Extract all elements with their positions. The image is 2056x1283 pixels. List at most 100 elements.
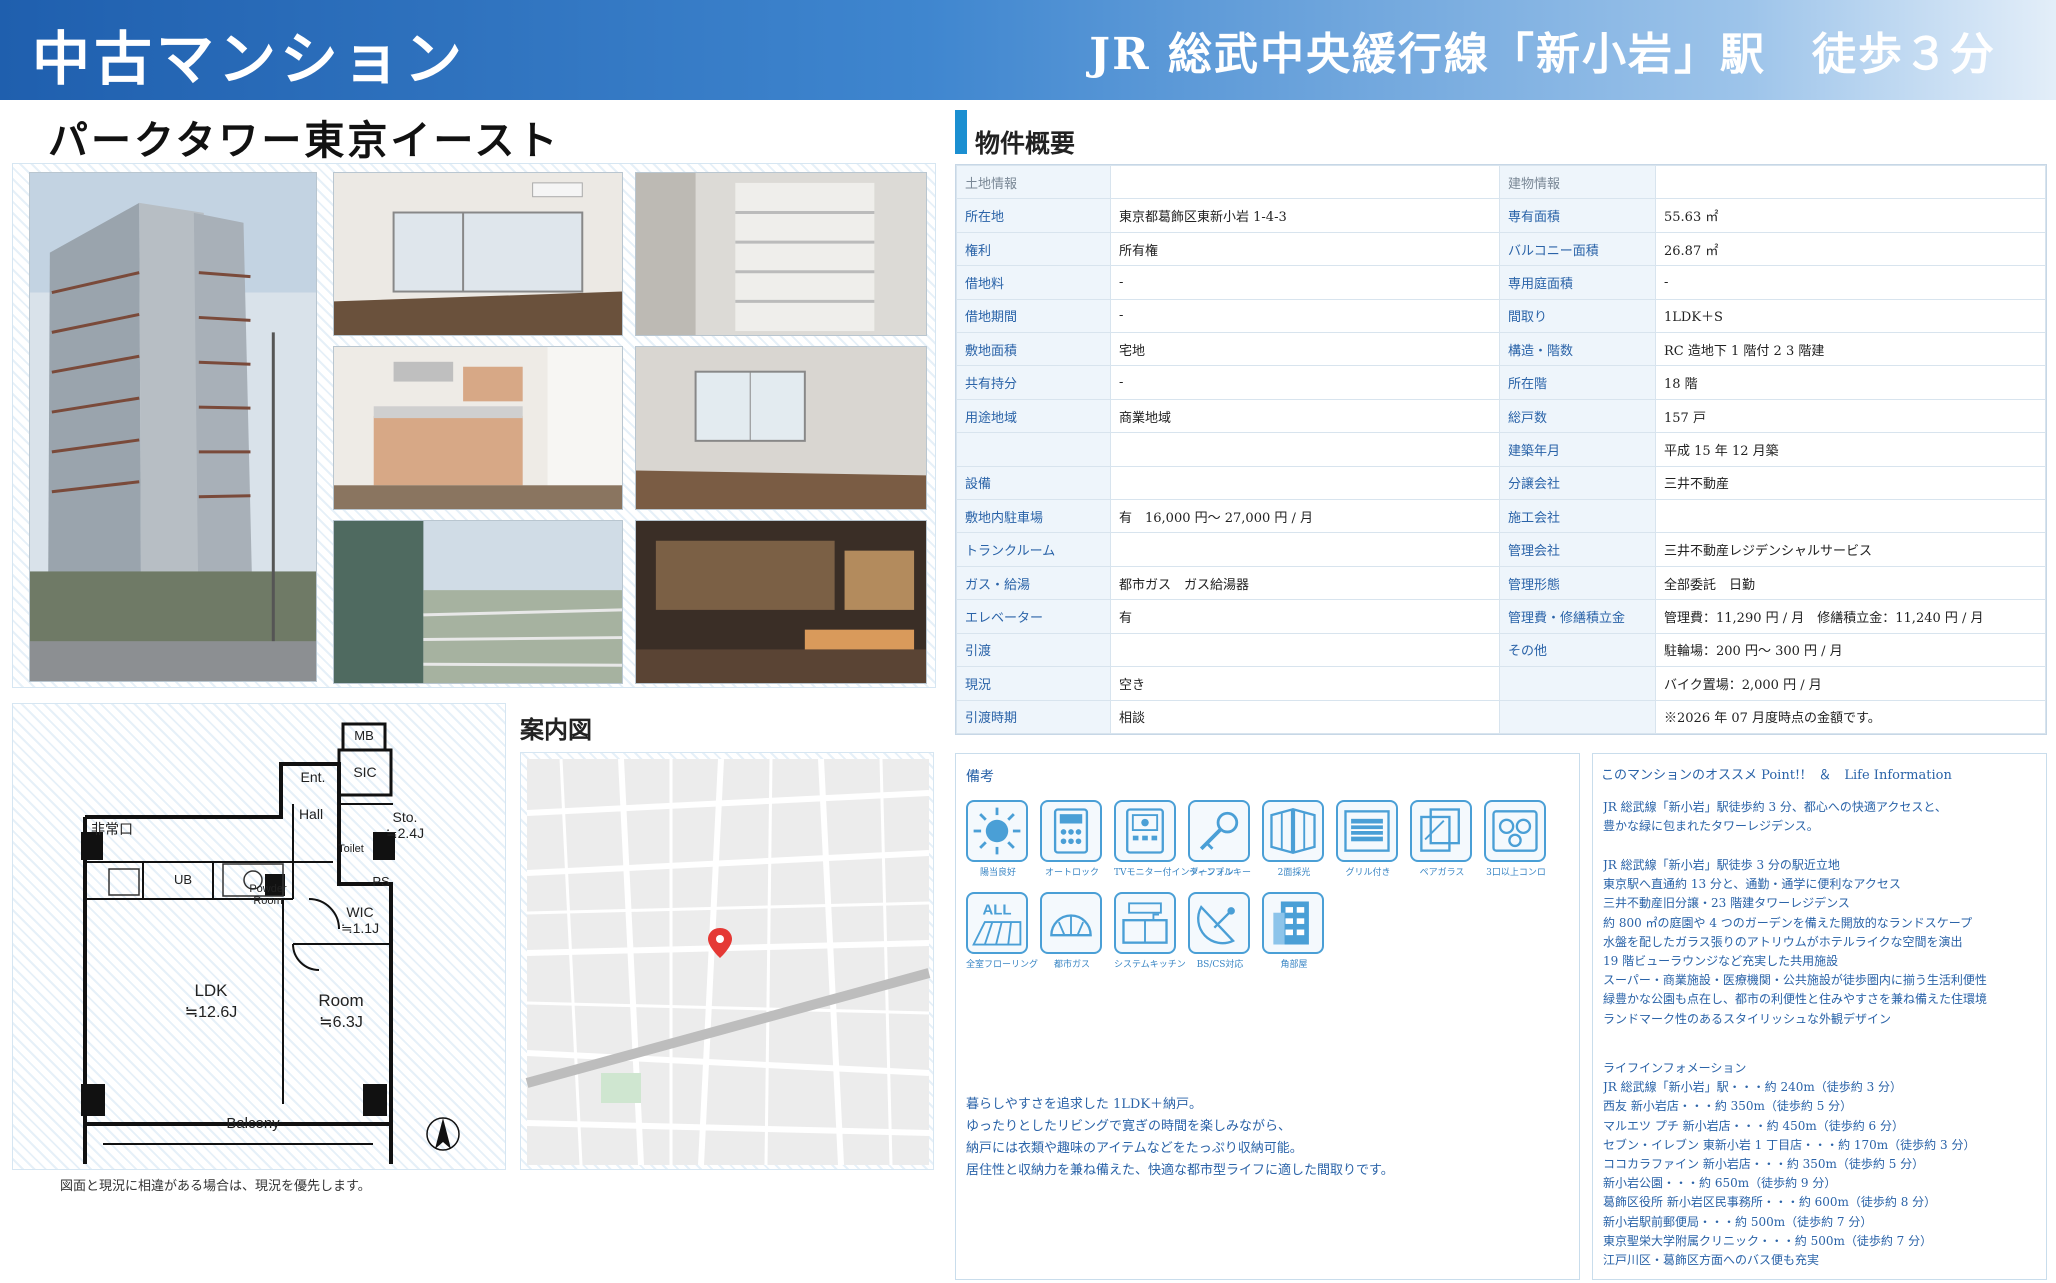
overview-value: - <box>1110 298 1500 334</box>
overview-label <box>1499 666 1656 701</box>
overview-value: 都市ガス ガス給湯器 <box>1110 565 1500 601</box>
building-exterior-photo[interactable] <box>29 172 317 682</box>
gas-icon <box>1040 892 1102 954</box>
overview-value: - <box>1110 265 1500 300</box>
ps-label: PS <box>372 874 390 889</box>
overview-label: 現況 <box>956 666 1111 701</box>
kitchen-icon <box>1114 892 1176 954</box>
stove-icon <box>1484 800 1546 862</box>
overview-row: 設備 分譲会社 三井不動産 <box>956 465 2046 501</box>
recommend-point: ランドマーク性のあるスタイリッシュな外観デザイン <box>1603 1011 1892 1026</box>
area-map[interactable] <box>520 752 934 1170</box>
overview-label: 管理形態 <box>1499 565 1656 601</box>
powder-room-label-2: Room <box>253 895 282 907</box>
grill-icon <box>1336 800 1398 862</box>
overview-label: 引渡 <box>956 632 1111 668</box>
property-overview-table: 土地情報 建物情報 所在地 東京都葛飾区東新小岩 1-4-3 専有面積 55.63 ㎡権利… <box>955 164 2047 735</box>
storage-room-photo[interactable] <box>635 172 927 336</box>
overview-row: 所在地 東京都葛飾区東新小岩 1-4-3 専有面積 55.63 ㎡ <box>956 198 2046 233</box>
overview-value: バイク置場：2,000 円 / 月 <box>1655 666 2046 701</box>
overview-row: 土地情報 建物情報 <box>956 164 2046 200</box>
overview-value: 26.87 ㎡ <box>1655 231 2046 267</box>
overview-value: RC 造地下 1 階付 2 3 階建 <box>1655 332 2046 367</box>
satellite-icon <box>1188 892 1250 954</box>
overview-label <box>956 432 1111 467</box>
remarks-title: 備考 <box>966 769 994 785</box>
feature-corner-room: 角部屋 <box>1262 892 1326 970</box>
overview-value: - <box>1110 365 1500 400</box>
feature-grill: グリル付き <box>1336 800 1400 878</box>
overview-row: ガス・給湯 都市ガス ガス給湯器 管理形態 全部委託 日勤 <box>956 565 2046 601</box>
overview-row: 敷地面積 宅地 構造・階数 RC 造地下 1 階付 2 3 階建 <box>956 332 2046 367</box>
storage-size: ≒2.4J <box>386 825 424 841</box>
overview-value: 相談 <box>1110 699 1500 734</box>
overview-value: 55.63 ㎡ <box>1655 198 2046 233</box>
kitchen-photo[interactable] <box>333 346 623 510</box>
life-info-item: 葛飾区役所 新小岩区民事務所・・・約 600m（徒歩約 8 分） <box>1603 1195 1937 1210</box>
overview-label: 間取り <box>1499 298 1656 334</box>
room-label: Room <box>318 991 363 1010</box>
overview-label: 管理会社 <box>1499 532 1656 567</box>
overview-label: 構造・階数 <box>1499 332 1656 367</box>
overview-label: 用途地域 <box>956 398 1111 434</box>
overview-value <box>1110 432 1500 467</box>
feature-system-kitchen: システムキッチン <box>1114 892 1186 970</box>
life-info-item: 新小岩駅前郵便局・・・約 500m（徒歩約 7 分） <box>1603 1214 1873 1229</box>
station-access: JR 総武中央緩行線「新小岩」駅 徒歩３分 <box>1089 29 1996 80</box>
overview-value <box>1110 532 1500 567</box>
overview-heading-bar <box>955 110 967 154</box>
life-info-item: 江戸川区・葛飾区方面へのバス便も充実 <box>1603 1253 1820 1268</box>
storage-label: Sto. <box>393 809 418 825</box>
recommend-point: スーパー・商業施設・医療機関・公共施設が徒歩圏内に揃う生活利便性 <box>1603 973 1987 988</box>
overview-value: 駐輪場：200 円〜 300 円 / 月 <box>1655 632 2046 668</box>
sic-label: SIC <box>353 764 376 780</box>
overview-value: 全部委託 日勤 <box>1655 565 2046 601</box>
western-room-photo[interactable] <box>635 346 927 510</box>
overview-value <box>1110 632 1500 668</box>
overview-label: 借地期間 <box>956 298 1111 334</box>
overview-value: 有 16,000 円〜 27,000 円 / 月 <box>1110 499 1500 534</box>
remarks-text: 暮らしやすさを追求した 1LDK＋納戸。 ゆったりとしたリビングで寛ぎの時間を楽… <box>966 1094 1566 1182</box>
powder-room-label-1: Powder <box>249 883 287 895</box>
overview-label: 管理費・修繕積立金 <box>1499 599 1656 634</box>
recommend-point: 緑豊かな公園も点在し、都市の利便性と住みやすさを兼ね備えた住環境 <box>1603 992 1988 1007</box>
life-info-item: マルエツ プチ 新小岩店・・・約 450m（徒歩約 6 分） <box>1603 1118 1904 1133</box>
overview-label: 施工会社 <box>1499 499 1656 534</box>
pair-glass-icon <box>1410 800 1472 862</box>
overview-row: 引渡時期 相談 ※2026 年 07 月度時点の金額です。 <box>956 699 2046 734</box>
living-room-photo[interactable] <box>333 172 623 336</box>
overview-label: 共有持分 <box>956 365 1111 400</box>
mb-label: MB <box>354 728 374 743</box>
header-banner: 中古マンション JR 総武中央緩行線「新小岩」駅 徒歩３分 <box>0 0 2056 100</box>
recommend-point: 水盤を配したガラス張りのアトリウムがホテルライクな空間を演出 <box>1603 934 1963 949</box>
overview-value: 宅地 <box>1110 332 1500 367</box>
corner-icon <box>1262 892 1324 954</box>
flooring-icon: ALL <box>966 892 1028 954</box>
overview-value: 商業地域 <box>1110 398 1500 434</box>
life-info-item: ココカラファイン 新小岩店・・・約 350m（徒歩約 5 分） <box>1603 1157 1925 1172</box>
property-type: 中古マンション <box>32 25 467 93</box>
feature-autolock: オートロック <box>1040 800 1104 878</box>
overview-value: 東京都葛飾区東新小岩 1-4-3 <box>1110 198 1500 233</box>
overview-title: 物件概要 <box>975 129 1076 158</box>
recommend-point: 約 800 ㎡の庭園や 4 つのガーデンを備えた開放的なランドスケープ <box>1603 915 1973 930</box>
overview-row: エレベーター有管理費・修繕積立金 管理費：11,290 円 / 月 修繕積立金：1… <box>956 599 2046 634</box>
remarks-line: 納戸には衣類や趣味のアイテムなどをたっぷり収納可能。 <box>966 1141 1303 1156</box>
balcony-view-photo[interactable] <box>333 520 623 684</box>
life-info-item: 西友 新小岩店・・・約 350m（徒歩約 5 分） <box>1603 1099 1853 1114</box>
recommend-point: 19 階ビューラウンジなど充実した共用施設 <box>1603 954 1839 969</box>
overview-row: 建築年月 平成 15 年 12 月築 <box>956 432 2046 467</box>
overview-value: 1LDK＋S <box>1655 298 2046 334</box>
key-icon <box>1188 800 1250 862</box>
intercom-icon <box>1114 800 1176 862</box>
ldk-size: ≒12.6J <box>185 1004 238 1021</box>
overview-value: 18 階 <box>1655 365 2046 400</box>
remarks-line: ゆったりとしたリビングで寛ぎの時間を楽しみながら、 <box>966 1119 1292 1134</box>
recommend-title: このマンションのオススメ Point!! ＆ Life Information <box>1601 768 1952 783</box>
life-info-item: 東京聖栄大学附属クリニック・・・約 500m（徒歩約 7 分） <box>1603 1233 1933 1248</box>
recommend-intro-line: JR 総武線「新小岩」駅徒歩約 3 分、都心への快適アクセスと、 <box>1603 800 1947 814</box>
lounge-photo[interactable] <box>635 520 927 684</box>
entrance-label: Ent. <box>301 769 326 785</box>
overview-value <box>1655 499 2046 534</box>
feature-city-gas: 都市ガス <box>1040 892 1104 970</box>
